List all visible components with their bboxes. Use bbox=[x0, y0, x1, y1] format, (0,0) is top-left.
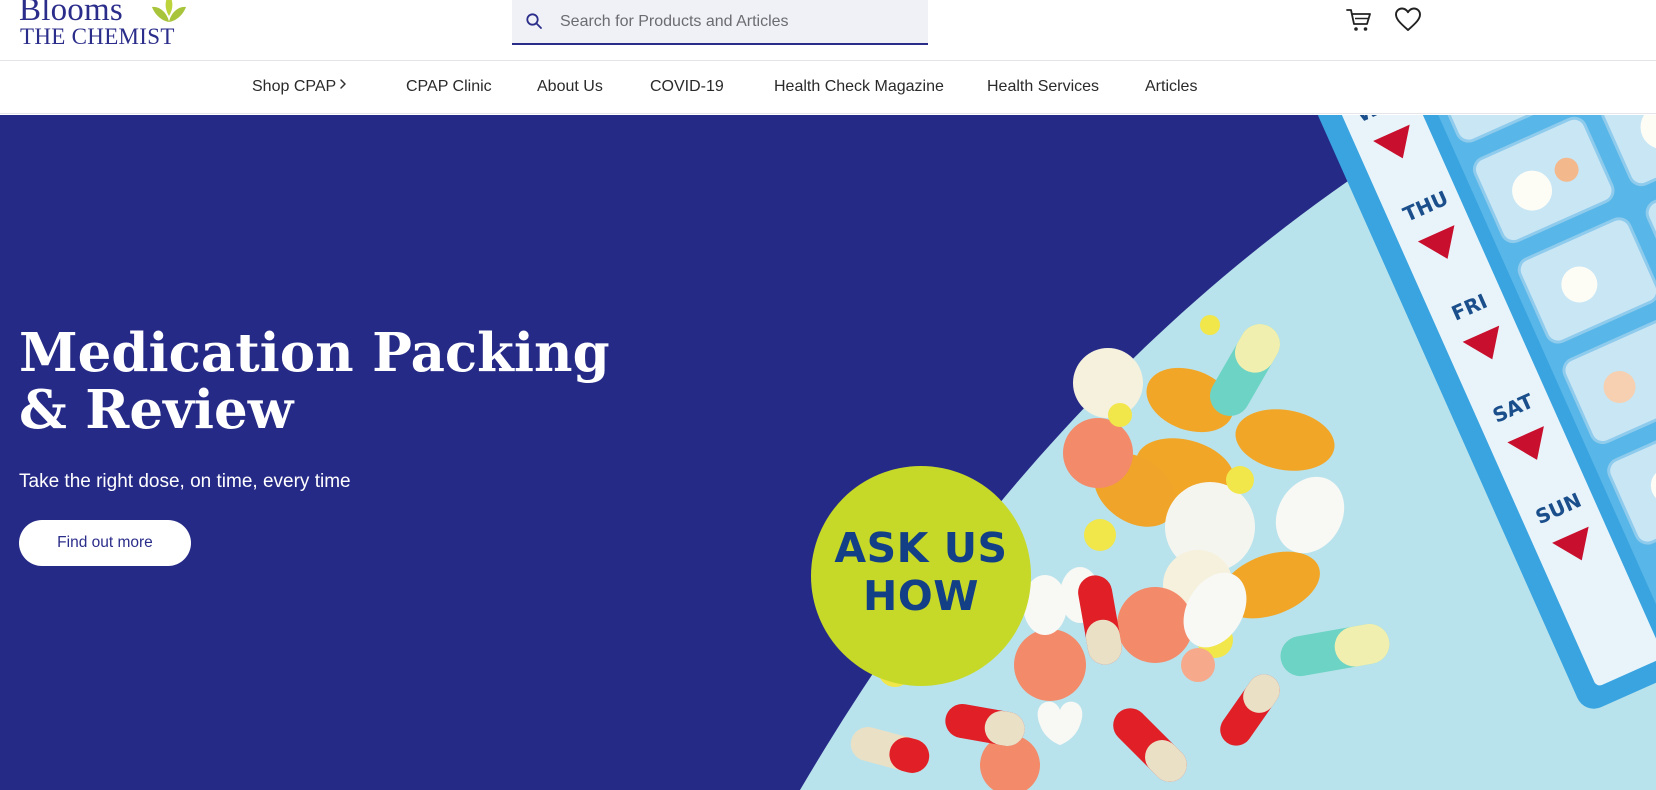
chevron-right-icon[interactable] bbox=[338, 77, 348, 91]
nav-item-articles[interactable]: Articles bbox=[1145, 78, 1197, 96]
nav-item-cpap-clinic[interactable]: CPAP Clinic bbox=[406, 78, 492, 96]
logo-wordmark-bottom: THE CHEMIST bbox=[20, 24, 175, 49]
cart-icon[interactable] bbox=[1345, 6, 1373, 34]
hero-title: Medication Packing & Review bbox=[19, 322, 610, 441]
nav-item-shop-cpap[interactable]: Shop CPAP bbox=[252, 78, 336, 96]
badge-line-1: ASK US bbox=[834, 524, 1008, 572]
hero-subtitle: Take the right dose, on time, every time bbox=[19, 471, 351, 492]
find-out-more-button[interactable]: Find out more bbox=[19, 520, 191, 566]
main-nav: Shop CPAP CPAP Clinic About Us COVID-19 … bbox=[0, 61, 1656, 114]
search-input[interactable] bbox=[548, 0, 918, 43]
ask-us-how-badge: ASK US HOW bbox=[811, 466, 1031, 686]
nav-item-health-services[interactable]: Health Services bbox=[987, 78, 1099, 96]
nav-item-covid-19[interactable]: COVID-19 bbox=[650, 78, 724, 96]
medication-pills-image: WED THU FRI SAT SUN bbox=[800, 115, 1656, 790]
leaf-icon bbox=[152, 0, 186, 22]
site-header: Blooms THE CHEMIST bbox=[0, 0, 1656, 61]
ask-us-how-text: ASK US HOW bbox=[811, 524, 1031, 620]
hero-banner: WED THU FRI SAT SUN bbox=[0, 115, 1656, 790]
nav-item-health-check-magazine[interactable]: Health Check Magazine bbox=[774, 78, 944, 96]
search-icon bbox=[526, 13, 542, 29]
heart-icon[interactable] bbox=[1394, 6, 1422, 34]
nav-item-about-us[interactable]: About Us bbox=[537, 78, 603, 96]
brand-logo[interactable]: Blooms THE CHEMIST bbox=[19, 0, 199, 54]
search-bar[interactable] bbox=[512, 0, 928, 45]
badge-line-2: HOW bbox=[863, 572, 979, 620]
